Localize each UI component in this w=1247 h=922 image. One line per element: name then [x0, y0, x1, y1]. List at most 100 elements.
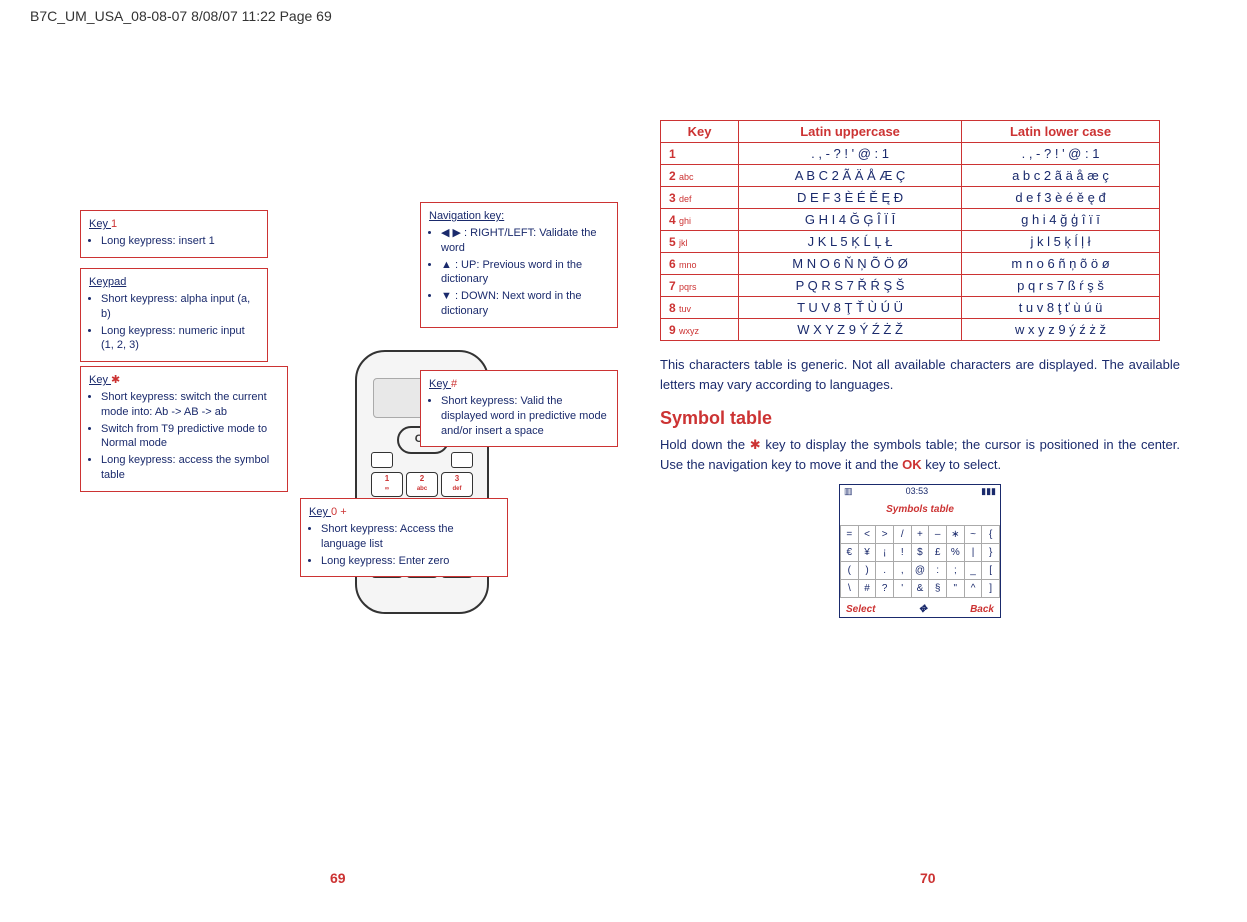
- print-header: B7C_UM_USA_08-08-07 8/08/07 11:22 Page 6…: [30, 8, 332, 24]
- lower-cell: t u v 8 ţ ť ù ú ü: [962, 297, 1160, 319]
- symbol-cell: ~: [964, 526, 982, 544]
- page-number-right: 70: [920, 870, 936, 886]
- symbol-cell: !: [893, 544, 911, 562]
- symbol-cell: =: [841, 526, 859, 544]
- note-text: This characters table is generic. Not al…: [660, 355, 1180, 394]
- th-upper: Latin uppercase: [739, 121, 962, 143]
- lower-cell: p q r s 7 ß ŕ ş š: [962, 275, 1160, 297]
- callout-key-hash: Key # Short keypress: Valid the displaye…: [420, 370, 618, 447]
- lower-cell: j k l 5 ķ ĺ ļ ł: [962, 231, 1160, 253]
- callout-navigation: Navigation key: ◀ ▶ : RIGHT/LEFT: Valida…: [420, 202, 618, 328]
- symbol-cell: :: [929, 562, 947, 580]
- symbol-table-text: Hold down the ✱ key to display the symbo…: [660, 435, 1180, 474]
- table-row: 4 ghiG H I 4 Ğ Ģ Î Ï Īg h i 4 ğ ģ î ï ī: [661, 209, 1160, 231]
- callout-item: Short keypress: Valid the displayed word…: [441, 394, 609, 439]
- callout-key1-label: 1: [111, 218, 117, 230]
- lower-cell: g h i 4 ğ ģ î ï ī: [962, 209, 1160, 231]
- symbol-cell: {: [982, 526, 1000, 544]
- character-table: Key Latin uppercase Latin lower case 1 .…: [660, 120, 1160, 341]
- symbols-grid: =<>/+–∗~{€¥¡!$£%|}().,@:;_[\#?'&§"^]: [840, 525, 1000, 598]
- callout-title: Key: [89, 218, 111, 230]
- star-icon: ✱: [750, 437, 761, 452]
- status-bar: ▥ 03:53 ▮▮▮: [840, 485, 1000, 498]
- symbol-cell: €: [841, 544, 859, 562]
- symbols-title: Symbols table: [840, 498, 1000, 521]
- table-row: 6 mnoM N O 6 Ň Ņ Õ Ö Øm n o 6 ñ ņ õ ö ø: [661, 253, 1160, 275]
- callout-item: Long keypress: insert 1: [101, 234, 259, 249]
- callout-title: Key: [89, 374, 111, 386]
- symbol-cell: £: [929, 544, 947, 562]
- table-row: 5 jklJ K L 5 Ķ Ĺ Ļ Łj k l 5 ķ ĺ ļ ł: [661, 231, 1160, 253]
- symbol-cell: –: [929, 526, 947, 544]
- callout-item: Long keypress: Enter zero: [321, 554, 499, 569]
- callout-item: Long keypress: access the symbol table: [101, 453, 279, 483]
- softkey-left-graphic: [371, 452, 393, 468]
- key-cell: 7 pqrs: [661, 275, 739, 297]
- symbol-cell: ]: [982, 580, 1000, 598]
- symbol-cell: &: [911, 580, 929, 598]
- callout-item: Short keypress: switch the current mode …: [101, 390, 279, 420]
- callout-keypad: Keypad Short keypress: alpha input (a, b…: [80, 268, 268, 362]
- callout-title: Key: [309, 506, 331, 518]
- symbol-cell: |: [964, 544, 982, 562]
- upper-cell: . , - ? ! ' @ : 1: [739, 143, 962, 165]
- symbol-cell: ¡: [876, 544, 894, 562]
- callout-key-star: Key ✱ Short keypress: switch the current…: [80, 366, 288, 492]
- symbol-cell: _: [964, 562, 982, 580]
- lower-cell: m n o 6 ñ ņ õ ö ø: [962, 253, 1160, 275]
- th-key: Key: [661, 121, 739, 143]
- callout-key0: Key 0 + Short keypress: Access the langu…: [300, 498, 508, 577]
- upper-cell: M N O 6 Ň Ņ Õ Ö Ø: [739, 253, 962, 275]
- clock: 03:53: [906, 486, 929, 497]
- symbol-table-heading: Symbol table: [660, 408, 1180, 429]
- callout-item: Long keypress: numeric input (1, 2, 3): [101, 324, 259, 354]
- page-number-left: 69: [330, 870, 346, 886]
- upper-cell: P Q R S 7 Ř Ŕ Ş Š: [739, 275, 962, 297]
- symbol-cell: [: [982, 562, 1000, 580]
- upper-cell: D E F 3 È É Ě Ę Đ: [739, 187, 962, 209]
- callout-item: Short keypress: Access the language list: [321, 522, 499, 552]
- callout-item: ▼ : DOWN: Next word in the dictionary: [441, 289, 609, 319]
- softkey-select: Select: [846, 604, 875, 615]
- symbol-cell: ,: [893, 562, 911, 580]
- key-cell: 4 ghi: [661, 209, 739, 231]
- key-1: 1∞: [371, 472, 403, 497]
- table-row: 7 pqrsP Q R S 7 Ř Ŕ Ş Šp q r s 7 ß ŕ ş š: [661, 275, 1160, 297]
- hash-icon: #: [451, 378, 457, 390]
- callout-key1: Key 1 Long keypress: insert 1: [80, 210, 268, 258]
- lower-cell: . , - ? ! ' @ : 1: [962, 143, 1160, 165]
- key-cell: 2 abc: [661, 165, 739, 187]
- nav-icon: ✥: [919, 604, 927, 615]
- battery-icon: ▥: [844, 486, 853, 497]
- symbol-cell: /: [893, 526, 911, 544]
- text-part: Hold down the: [660, 437, 750, 452]
- callout-title: Keypad: [89, 276, 126, 288]
- callout-title: Key: [429, 378, 451, 390]
- upper-cell: A B C 2 Ã Ä Å Æ Ç: [739, 165, 962, 187]
- upper-cell: G H I 4 Ğ Ģ Î Ï Ī: [739, 209, 962, 231]
- key-cell: 9 wxyz: [661, 319, 739, 341]
- callout-title: Navigation key:: [429, 210, 504, 222]
- table-row: 3 defD E F 3 È É Ě Ę Đd e f 3 è é ě ę đ: [661, 187, 1160, 209]
- key-cell: 6 mno: [661, 253, 739, 275]
- key-cell: 1: [661, 143, 739, 165]
- page-right: Key Latin uppercase Latin lower case 1 .…: [660, 120, 1180, 618]
- symbol-cell: ": [946, 580, 964, 598]
- symbol-cell: (: [841, 562, 859, 580]
- symbol-cell: %: [946, 544, 964, 562]
- ok-icon: OK: [902, 457, 922, 472]
- th-lower: Latin lower case: [962, 121, 1160, 143]
- callout-item: Short keypress: alpha input (a, b): [101, 292, 259, 322]
- symbol-cell: <: [858, 526, 876, 544]
- key-3: 3def: [441, 472, 473, 497]
- callout-item: Switch from T9 predictive mode to Normal…: [101, 422, 279, 452]
- callout-key0-label: 0 +: [331, 506, 347, 518]
- key-cell: 8 tuv: [661, 297, 739, 319]
- symbol-cell: §: [929, 580, 947, 598]
- callout-item: ◀ ▶ : RIGHT/LEFT: Validate the word: [441, 226, 609, 256]
- upper-cell: W X Y Z 9 Ý Ź Ż Ž: [739, 319, 962, 341]
- softkey-back: Back: [970, 604, 994, 615]
- key-cell: 3 def: [661, 187, 739, 209]
- symbol-cell: ^: [964, 580, 982, 598]
- table-row: 9 wxyzW X Y Z 9 Ý Ź Ż Žw x y z 9 ý ź ż ž: [661, 319, 1160, 341]
